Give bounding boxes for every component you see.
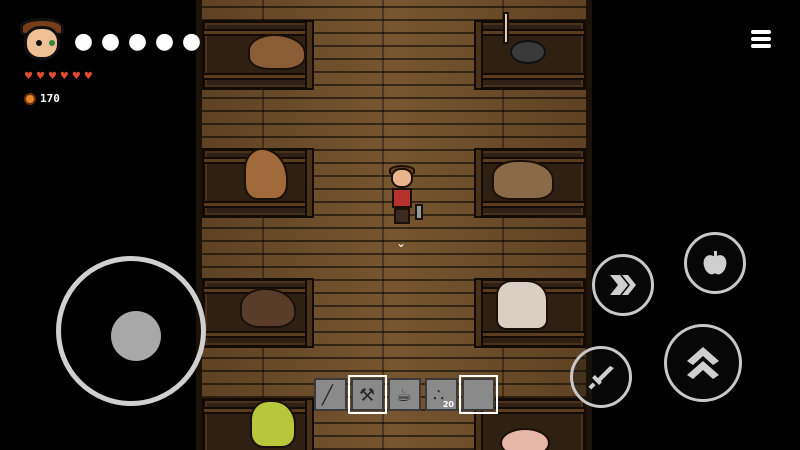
heart-icon: ♥	[35, 71, 45, 82]
triceratops[interactable]	[492, 160, 554, 200]
heart-icon: ♥	[83, 71, 93, 82]
apple-icon	[703, 251, 727, 275]
hammer-icon: ⚒	[359, 385, 376, 406]
menu-icon	[751, 30, 771, 34]
watering-can-icon: ☕	[396, 385, 413, 406]
heart-icon: ♥	[71, 71, 81, 82]
apple-icon: ●	[181, 29, 202, 54]
jump-icon	[687, 347, 719, 379]
dash-button[interactable]	[592, 254, 654, 316]
coin-icon	[24, 92, 36, 105]
pig[interactable]	[500, 428, 550, 450]
apple-icon: ●	[73, 29, 94, 54]
sword-icon	[588, 366, 614, 390]
joystick-knob[interactable]	[111, 311, 161, 361]
hunger-bar: ● ● ● ● ●	[72, 30, 203, 53]
hotbar-slot-empty[interactable]	[459, 375, 498, 414]
horse[interactable]	[496, 280, 548, 330]
facing-indicator-icon: ⌄	[396, 236, 407, 250]
hotbar-slot-sword[interactable]: ╱	[314, 378, 347, 411]
player-portrait	[16, 14, 68, 66]
heart-icon: ♥	[24, 71, 33, 82]
health-bar: ♥ ♥ ♥ ♥ ♥ ♥	[24, 72, 93, 82]
movement-joystick[interactable]	[56, 256, 206, 406]
boar[interactable]	[240, 288, 296, 328]
heart-icon: ♥	[47, 71, 57, 82]
hotbar: ╱ ⚒ ☕ ∴ 20	[314, 375, 498, 414]
hotbar-slot-watering-can[interactable]: ☕	[388, 378, 421, 411]
ostrich-neck	[503, 12, 509, 44]
coin-count: 170	[40, 92, 60, 105]
apple-icon: ●	[127, 29, 148, 54]
player-character	[387, 165, 423, 226]
item-count: 20	[442, 400, 454, 409]
ostrich[interactable]	[510, 40, 546, 64]
hotbar-slot-hammer[interactable]: ⚒	[348, 375, 387, 414]
attack-button[interactable]	[570, 346, 632, 408]
heart-icon: ♥	[59, 71, 69, 82]
apple-icon: ●	[100, 29, 121, 54]
green-dinosaur[interactable]	[250, 400, 296, 448]
capybara[interactable]	[248, 34, 306, 70]
menu-button[interactable]	[751, 30, 771, 48]
apple-icon: ●	[154, 29, 175, 54]
coin-counter: 170	[24, 92, 60, 105]
hotbar-slot-seeds[interactable]: ∴ 20	[425, 378, 458, 411]
eat-button[interactable]	[684, 232, 746, 294]
sword-icon: ╱	[322, 385, 333, 406]
jump-button[interactable]	[664, 324, 742, 402]
dash-icon	[610, 275, 636, 295]
